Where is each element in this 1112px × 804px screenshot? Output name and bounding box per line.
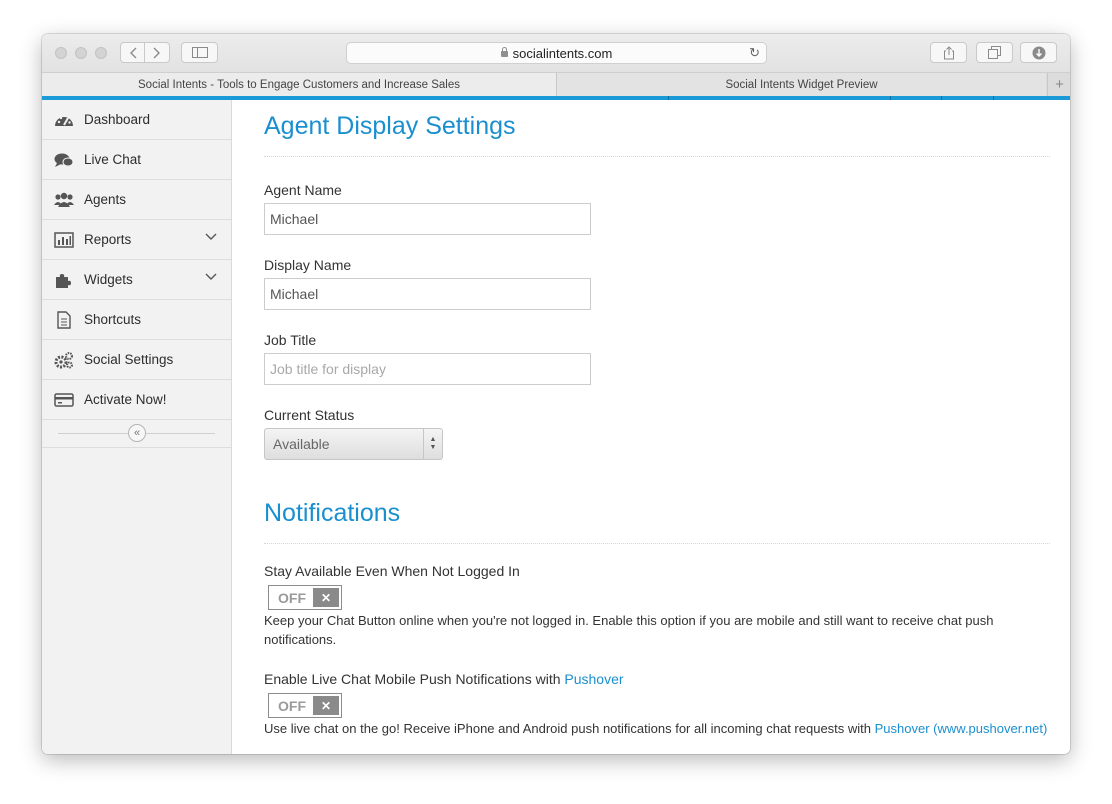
- url-text: socialintents.com: [512, 45, 613, 61]
- sidebar-toggle-button[interactable]: [181, 42, 218, 63]
- job-title-input[interactable]: [264, 353, 591, 385]
- toggle-state-label: OFF: [278, 697, 306, 714]
- stay-available-description: Keep your Chat Button online when you're…: [264, 613, 994, 647]
- sidebar-item-label: Social Settings: [84, 352, 174, 367]
- pushover-label: Enable Live Chat Mobile Push Notificatio…: [264, 671, 624, 687]
- divider: [264, 543, 1050, 544]
- browser-tab-preview[interactable]: Social Intents Widget Preview: [557, 73, 1046, 96]
- credit-card-icon: [54, 391, 74, 409]
- reload-icon[interactable]: ↻: [749, 45, 760, 61]
- sidebar-item-label: Widgets: [84, 272, 133, 287]
- pushover-link[interactable]: Pushover: [564, 671, 623, 687]
- lock-icon: [500, 47, 508, 57]
- chevron-left-icon: [129, 47, 136, 58]
- sidebar-item-label: Reports: [84, 232, 132, 247]
- sidebar-item-widgets[interactable]: Widgets: [42, 260, 231, 300]
- document-icon: [54, 311, 74, 329]
- users-icon: [54, 191, 74, 209]
- zoom-window-button[interactable]: [95, 47, 107, 59]
- sidebar: Dashboard Live Chat Agents Reports Widge…: [42, 100, 232, 754]
- toggle-state-label: OFF: [278, 589, 306, 606]
- browser-window: socialintents.com ↻ Social Intents - Too…: [42, 34, 1070, 754]
- sidebar-collapse-row: «: [42, 420, 231, 448]
- chevron-down-icon: [205, 233, 217, 240]
- tabs-overview-button[interactable]: [976, 42, 1013, 63]
- stay-available-label: Stay Available Even When Not Logged In: [264, 563, 520, 579]
- sidebar-item-activate-now[interactable]: Activate Now!: [42, 380, 231, 420]
- sidebar-item-shortcuts[interactable]: Shortcuts: [42, 300, 231, 340]
- page-title: Agent Display Settings: [264, 112, 516, 140]
- gears-icon: [54, 351, 74, 369]
- main-content: Agent Display Settings Agent Name Displa…: [264, 100, 1050, 754]
- new-tab-plus-icon[interactable]: +: [1047, 73, 1070, 96]
- stay-available-toggle[interactable]: OFF ✕: [268, 585, 342, 610]
- forward-button[interactable]: [145, 42, 170, 63]
- close-window-button[interactable]: [55, 47, 67, 59]
- sidebar-item-reports[interactable]: Reports: [42, 220, 231, 260]
- tabs-icon: [988, 46, 1001, 59]
- pushover-website-link[interactable]: Pushover (www.pushover.net): [875, 721, 1048, 736]
- share-icon: [943, 45, 954, 59]
- pushover-description-text: Use live chat on the go! Receive iPhone …: [264, 721, 875, 736]
- divider: [264, 156, 1050, 157]
- display-name-label: Display Name: [264, 257, 352, 273]
- dashboard-icon: [54, 111, 74, 129]
- pushover-description: Use live chat on the go! Receive iPhone …: [264, 719, 1050, 738]
- browser-tab-active[interactable]: Social Intents - Tools to Engage Custome…: [42, 73, 557, 96]
- download-icon: [1032, 46, 1045, 59]
- bar-chart-icon: [54, 231, 74, 249]
- sidebar-icon: [191, 47, 208, 58]
- sidebar-item-live-chat[interactable]: Live Chat: [42, 140, 231, 180]
- sidebar-item-social-settings[interactable]: Social Settings: [42, 340, 231, 380]
- chat-bubbles-icon: [54, 151, 74, 169]
- job-title-label: Job Title: [264, 332, 317, 348]
- close-x-icon: ✕: [313, 696, 339, 715]
- agent-name-label: Agent Name: [264, 182, 342, 198]
- back-button[interactable]: [120, 42, 145, 63]
- address-bar[interactable]: socialintents.com ↻: [346, 42, 767, 64]
- share-button[interactable]: [930, 42, 967, 63]
- browser-tab-bar: Social Intents - Tools to Engage Custome…: [42, 73, 1070, 96]
- pushover-label-text: Enable Live Chat Mobile Push Notificatio…: [264, 671, 565, 687]
- sidebar-item-label: Live Chat: [84, 152, 142, 167]
- collapse-sidebar-icon[interactable]: «: [128, 424, 146, 442]
- sidebar-item-dashboard[interactable]: Dashboard: [42, 100, 231, 140]
- agent-name-input[interactable]: [264, 203, 591, 235]
- downloads-button[interactable]: [1020, 42, 1057, 63]
- chevron-down-icon: [205, 273, 217, 280]
- sidebar-item-label: Shortcuts: [84, 312, 142, 327]
- pushover-toggle[interactable]: OFF ✕: [268, 693, 342, 718]
- current-status-select[interactable]: Available ▲ ▼: [264, 428, 443, 460]
- notifications-heading: Notifications: [264, 499, 401, 527]
- sidebar-item-label: Activate Now!: [84, 392, 167, 407]
- chevron-right-icon: [153, 47, 160, 58]
- select-arrows-icon: ▲ ▼: [423, 429, 442, 459]
- current-status-label: Current Status: [264, 407, 355, 423]
- close-x-icon: ✕: [313, 588, 339, 607]
- sidebar-item-label: Dashboard: [84, 112, 151, 127]
- sidebar-item-agents[interactable]: Agents: [42, 180, 231, 220]
- sidebar-item-label: Agents: [84, 192, 127, 207]
- current-status-value: Available: [273, 436, 330, 452]
- minimize-window-button[interactable]: [75, 47, 87, 59]
- browser-toolbar: socialintents.com ↻: [42, 34, 1070, 73]
- puzzle-icon: [54, 271, 74, 289]
- display-name-input[interactable]: [264, 278, 591, 310]
